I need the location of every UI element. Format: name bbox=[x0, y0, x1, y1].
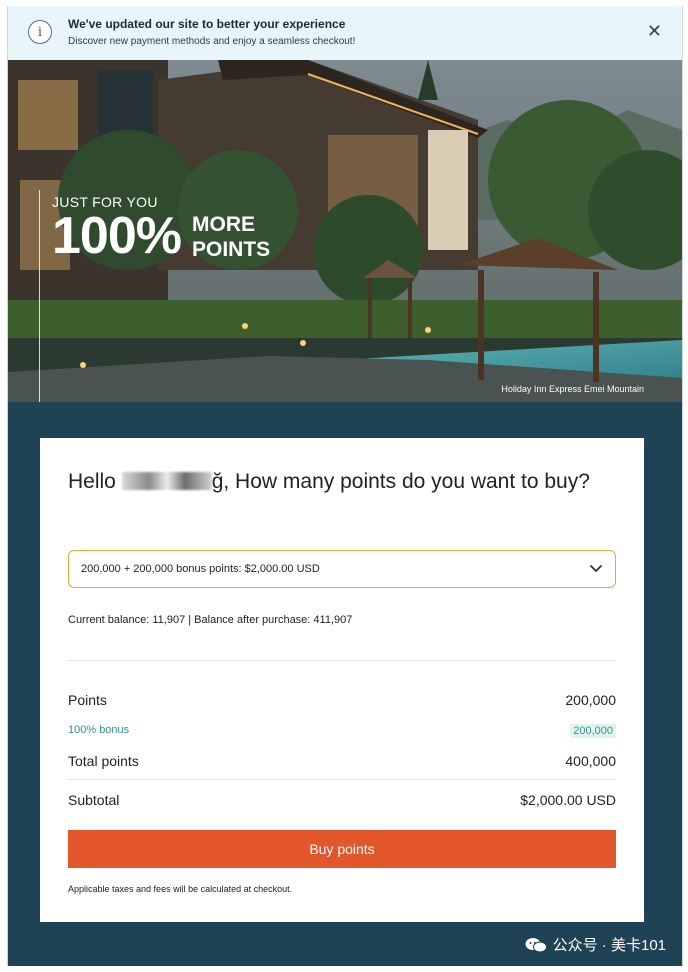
wechat-icon bbox=[525, 937, 547, 952]
close-icon[interactable]: ✕ bbox=[647, 22, 662, 40]
hero-points-label: POINTS bbox=[192, 238, 271, 261]
purchase-card: Hello ğ, How many points do you want to … bbox=[40, 438, 644, 922]
buy-points-button[interactable]: Buy points bbox=[68, 830, 616, 868]
divider bbox=[68, 660, 616, 661]
greeting-heading: Hello ğ, How many points do you want to … bbox=[68, 468, 628, 496]
greeting-prefix: Hello bbox=[68, 470, 116, 493]
points-value: 200,000 bbox=[565, 692, 616, 708]
points-label: Points bbox=[68, 692, 107, 708]
hero-caption: Holiday Inn Express Emei Mountain bbox=[501, 384, 644, 394]
hero-accent-rule bbox=[39, 190, 40, 402]
checkout-note: Applicable taxes and fees will be calcul… bbox=[68, 884, 293, 894]
watermark-text: 公众号 · 美卡101 bbox=[552, 937, 666, 954]
greeting-question: ğ, How many points do you want to buy? bbox=[211, 470, 590, 493]
total-points-value: 400,000 bbox=[565, 753, 616, 769]
subtotal-label: Subtotal bbox=[68, 792, 120, 808]
balance-summary: Current balance: 11,907 | Balance after … bbox=[68, 614, 353, 626]
chevron-down-icon bbox=[590, 565, 602, 572]
page-frame: i We've updated our site to better your … bbox=[7, 6, 683, 966]
selected-package: 200,000 + 200,000 bonus points: $2,000.0… bbox=[81, 563, 320, 575]
bonus-value: 200,000 bbox=[570, 724, 616, 738]
divider bbox=[68, 779, 616, 780]
subtotal-value: $2,000.00 USD bbox=[520, 792, 616, 808]
hero-headline: 100% bbox=[52, 207, 182, 265]
total-points-label: Total points bbox=[68, 753, 139, 769]
hero-headline-suffix: MORE POINTS bbox=[192, 212, 270, 262]
info-icon: i bbox=[28, 20, 52, 44]
points-package-select[interactable]: 200,000 + 200,000 bonus points: $2,000.0… bbox=[68, 550, 616, 588]
update-notice-banner: i We've updated our site to better your … bbox=[8, 6, 682, 61]
hero-more-label: MORE bbox=[192, 213, 255, 236]
hero-image: JUST FOR YOU 100% MORE POINTS Holiday In… bbox=[8, 60, 682, 402]
notice-subtitle: Discover new payment methods and enjoy a… bbox=[68, 36, 356, 47]
watermark: 公众号 · 美卡101 bbox=[525, 934, 666, 955]
bonus-label: 100% bonus bbox=[68, 724, 130, 736]
notice-title: We've updated our site to better your ex… bbox=[68, 17, 346, 31]
redacted-name bbox=[121, 472, 212, 490]
